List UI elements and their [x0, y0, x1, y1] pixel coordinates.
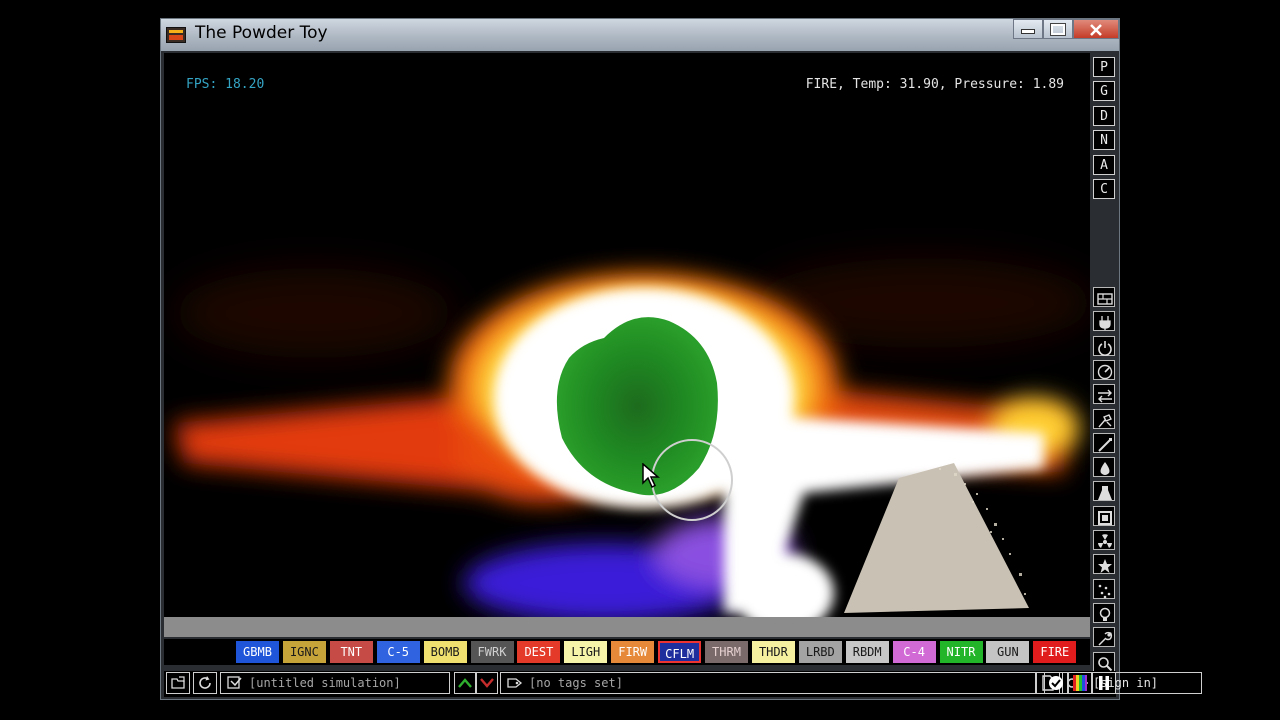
- category-button-special[interactable]: [1093, 554, 1115, 575]
- tag-icon: [507, 678, 523, 688]
- pause-icon: [1099, 676, 1109, 690]
- open-icon: [171, 676, 185, 689]
- element-button-cflm[interactable]: CFLM: [658, 641, 702, 663]
- element-button-c-4[interactable]: C-4: [892, 641, 936, 663]
- element-button-rbdm[interactable]: RBDM: [845, 641, 889, 663]
- reload-icon: [199, 676, 211, 689]
- save-name-field[interactable]: [untitled simulation]: [220, 672, 450, 694]
- category-button-solids[interactable]: [1093, 505, 1115, 526]
- element-button-lrbd[interactable]: LRBD: [798, 641, 842, 663]
- ground-floor: [164, 617, 1090, 637]
- category-button-sensors[interactable]: [1093, 359, 1115, 380]
- walls-icon: [1097, 293, 1113, 305]
- explosives-icon: [1098, 413, 1112, 427]
- category-button-walls[interactable]: [1093, 287, 1115, 307]
- category-button-powders[interactable]: [1093, 481, 1115, 502]
- minimize-button[interactable]: [1013, 19, 1043, 39]
- category-button-electronics[interactable]: [1093, 311, 1115, 332]
- close-button[interactable]: [1073, 19, 1119, 39]
- element-button-ignc[interactable]: IGNC: [282, 641, 326, 663]
- save-icon: [227, 676, 242, 689]
- maximize-icon: [1050, 23, 1066, 36]
- game-window: The Powder Toy FPS: 18.20 FIRE, Temp: 31…: [160, 18, 1202, 700]
- tags-text: [no tags set]: [529, 676, 623, 690]
- bottom-bar: [untitled simulation] [no tags set] [sig…: [164, 671, 1202, 697]
- element-button-firw[interactable]: FIRW: [611, 641, 655, 663]
- app-icon: [166, 27, 186, 43]
- title-bar[interactable]: The Powder Toy: [161, 19, 1119, 51]
- category-button-powered[interactable]: [1093, 335, 1115, 356]
- vote-down-icon: [480, 678, 494, 688]
- fps-readout: FPS: 18.20: [186, 77, 265, 92]
- settings-button[interactable]: [1044, 672, 1068, 694]
- element-button-ligh[interactable]: LIGH: [564, 641, 608, 663]
- pause-button[interactable]: [1092, 672, 1116, 694]
- element-button-dest[interactable]: DEST: [517, 641, 561, 663]
- element-button-fwrk[interactable]: FWRK: [470, 641, 514, 663]
- element-button-thrm[interactable]: THRM: [705, 641, 748, 663]
- category-button-liquids[interactable]: [1093, 457, 1115, 478]
- maximize-button[interactable]: [1043, 19, 1073, 39]
- tags-field[interactable]: [no tags set]: [500, 672, 1036, 694]
- save-name-text: [untitled simulation]: [249, 676, 401, 690]
- life-icon: [1099, 607, 1111, 621]
- category-button-force[interactable]: [1093, 384, 1115, 405]
- display-mode-button-g[interactable]: G: [1093, 81, 1115, 102]
- tools-icon: [1098, 632, 1113, 646]
- minimize-icon: [1021, 29, 1035, 34]
- display-mode-button-d[interactable]: D: [1093, 105, 1115, 126]
- element-button-bomb[interactable]: BOMB: [423, 641, 467, 663]
- powders-icon: [1098, 486, 1112, 501]
- bottom-right-controls: [1044, 672, 1116, 696]
- element-button-thdr[interactable]: THDR: [751, 641, 795, 663]
- element-toolbar: GBMB IGNC TNT C-5 BOMB FWRK DEST LIGH FIRW CFLM TH…: [164, 639, 1090, 665]
- solids-icon: [1098, 510, 1112, 525]
- element-button-c-5[interactable]: C-5: [376, 641, 420, 663]
- electronics-icon: [1099, 316, 1111, 331]
- liquids-icon: [1100, 462, 1110, 476]
- special-icon: [1098, 559, 1112, 574]
- brush-cursor: [651, 439, 733, 521]
- display-mode-button-a[interactable]: A: [1093, 154, 1115, 175]
- color-spectrum-icon: [1073, 675, 1087, 691]
- vote-up-button[interactable]: [454, 672, 476, 694]
- simulation-scene: [174, 258, 1090, 633]
- open-save-button[interactable]: [166, 672, 190, 694]
- element-button-gun[interactable]: GUN: [986, 641, 1030, 663]
- radioactive-icon: [1098, 534, 1112, 548]
- category-button-explosives[interactable]: [1093, 408, 1115, 429]
- element-button-tnt[interactable]: TNT: [329, 641, 373, 663]
- gases-icon: [1098, 437, 1112, 452]
- display-mode-button-c[interactable]: C: [1093, 179, 1115, 199]
- vote-up-icon: [458, 678, 472, 688]
- search-icon: [1098, 656, 1113, 671]
- window-title: The Powder Toy: [195, 23, 328, 43]
- close-icon: [1090, 24, 1102, 36]
- sensors-icon: [1097, 364, 1113, 380]
- particles-icon: [1098, 584, 1111, 598]
- category-button-life[interactable]: [1093, 602, 1115, 623]
- window-controls: [1013, 19, 1119, 41]
- powered-icon: [1098, 340, 1112, 356]
- checkmark-icon: [1049, 676, 1063, 690]
- category-button-radioactive[interactable]: [1093, 530, 1115, 550]
- category-button-gases[interactable]: [1093, 432, 1115, 453]
- force-icon: [1098, 389, 1112, 403]
- display-mode-button-p[interactable]: P: [1093, 57, 1115, 77]
- particle-status-readout: FIRE, Temp: 31.90, Pressure: 1.89: [805, 77, 1064, 92]
- category-button-search[interactable]: [1093, 651, 1115, 672]
- element-button-fire[interactable]: FIRE: [1033, 641, 1077, 663]
- mouse-pointer-icon: [642, 463, 660, 489]
- display-mode-button-n[interactable]: N: [1093, 130, 1115, 151]
- simulation-canvas[interactable]: FPS: 18.20 FIRE, Temp: 31.90, Pressure: …: [164, 53, 1090, 637]
- element-button-gbmb[interactable]: GBMB: [236, 641, 279, 663]
- render-options-button[interactable]: [1068, 672, 1092, 694]
- vote-down-button[interactable]: [476, 672, 498, 694]
- element-button-nitr[interactable]: NITR: [939, 641, 983, 663]
- category-button-particles[interactable]: [1093, 578, 1115, 599]
- category-button-tools[interactable]: [1093, 627, 1115, 648]
- reload-button[interactable]: [193, 672, 217, 694]
